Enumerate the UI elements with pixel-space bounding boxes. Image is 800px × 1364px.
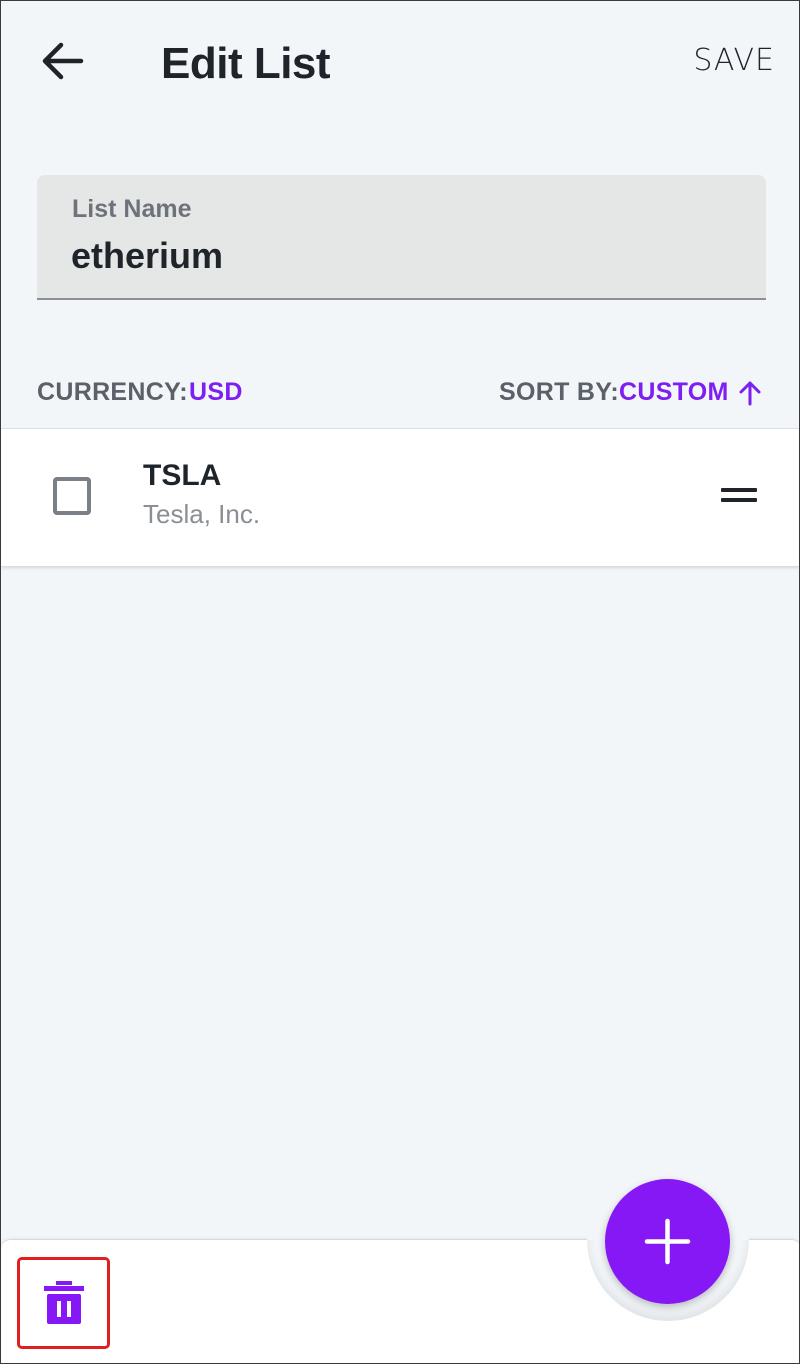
back-button[interactable] xyxy=(37,35,89,87)
list-options: CURRENCY: USD SORT BY: CUSTOM xyxy=(1,371,799,419)
sort-label: SORT BY: xyxy=(499,378,619,406)
currency-selector[interactable]: USD xyxy=(189,378,243,407)
arrow-up-icon xyxy=(739,381,761,406)
list-name-label: List Name xyxy=(72,195,192,223)
trash-icon xyxy=(44,1281,84,1324)
save-button[interactable]: SAVE xyxy=(693,43,775,78)
page-title: Edit List xyxy=(161,39,331,88)
sort-direction-button[interactable] xyxy=(738,379,762,407)
header: Edit List SAVE xyxy=(1,1,799,121)
sort-selector[interactable]: CUSTOM xyxy=(619,378,729,407)
list-name-input[interactable]: etherium xyxy=(71,235,223,277)
currency-label: CURRENCY: xyxy=(37,378,188,406)
list-name-field[interactable]: List Name etherium xyxy=(37,175,766,300)
drag-handle-icon[interactable] xyxy=(717,485,761,507)
item-company-name: Tesla, Inc. xyxy=(143,499,261,529)
plus-icon xyxy=(644,1218,691,1265)
app-screen: Edit List SAVE List Name etherium CURREN… xyxy=(0,0,800,1364)
item-ticker: TSLA xyxy=(143,459,222,492)
delete-button[interactable] xyxy=(17,1257,110,1349)
arrow-left-icon xyxy=(42,42,84,80)
add-symbol-button[interactable] xyxy=(605,1179,730,1304)
item-checkbox[interactable] xyxy=(53,477,91,515)
list-item[interactable]: TSLA Tesla, Inc. xyxy=(1,428,799,566)
